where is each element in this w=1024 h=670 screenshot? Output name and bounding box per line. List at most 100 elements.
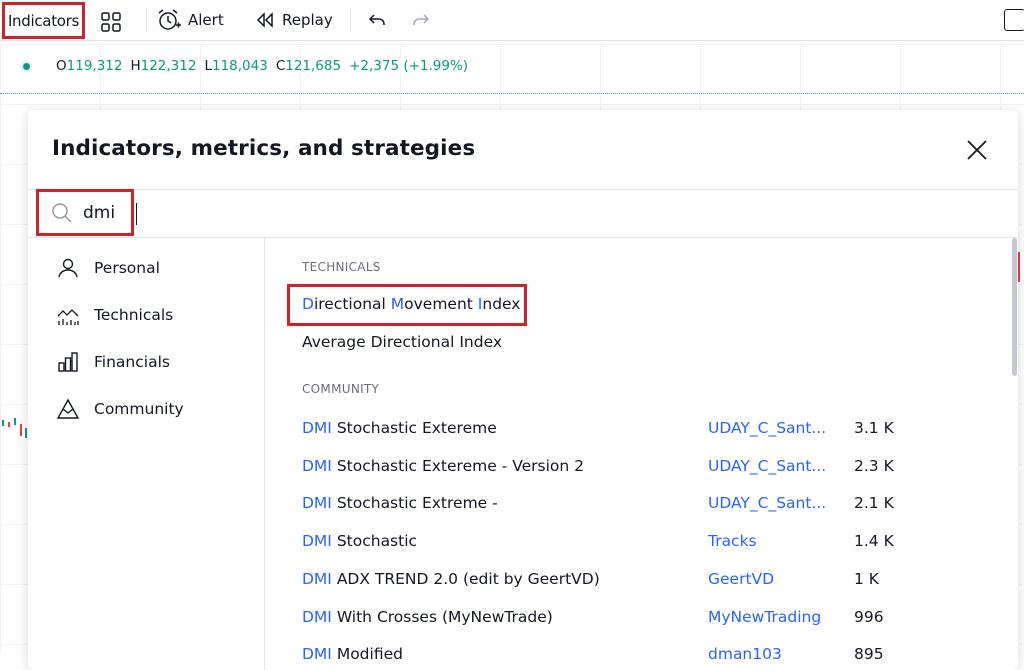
section-header-community: COMMUNITY (302, 382, 380, 396)
name-text: Stochastic (331, 532, 418, 551)
match-highlight: DMI (302, 494, 332, 513)
community-result-item[interactable]: DMI Stochastic Tracks 1.4 K (292, 527, 1002, 555)
divider (28, 189, 1018, 190)
author-link[interactable]: dman103 (708, 645, 782, 663)
match-highlight: DMI (302, 645, 332, 664)
alarm-clock-icon (158, 9, 181, 30)
sidebar-item-community[interactable]: Community (56, 395, 184, 423)
undo-icon (368, 14, 385, 25)
name-text: Stochastic Extereme (331, 419, 497, 437)
community-triangle-icon (56, 398, 80, 419)
person-icon (58, 258, 78, 278)
name-text: irectional (313, 295, 391, 313)
result-name: DMI Stochastic Extreme - (302, 494, 498, 512)
author-link[interactable]: UDAY_C_Sant... (708, 419, 826, 437)
fullscreen-icon[interactable] (1004, 9, 1024, 31)
boost-count: 895 (854, 645, 884, 664)
low-value: 118,043 (211, 58, 268, 74)
undo-button[interactable] (360, 4, 394, 36)
layout-grid-icon (101, 12, 121, 32)
name-text: ndex (482, 295, 521, 313)
community-result-item[interactable]: DMI Stochastic Extereme UDAY_C_Sant... 3.1… (292, 414, 1002, 442)
financials-bars-icon (58, 352, 78, 372)
redo-icon (413, 14, 430, 25)
match-highlight: D (302, 295, 314, 313)
boost-count: 1 K (854, 569, 879, 588)
result-name: DMI Stochastic Extereme - Version 2 (302, 457, 584, 475)
result-item-average-directional-index[interactable]: Average Directional Index (292, 328, 1002, 356)
sidebar-item-technicals[interactable]: Technicals (56, 301, 173, 329)
alert-button[interactable]: Alert (150, 4, 230, 36)
candle (8, 422, 10, 427)
technicals-chart-icon (57, 309, 79, 325)
result-name: Directional Movement Index (302, 295, 520, 313)
author-link[interactable]: MyNewTrading (708, 608, 821, 626)
section-header-technicals: TECHNICALS (302, 260, 381, 274)
candle (14, 418, 16, 425)
replay-button[interactable]: Replay (248, 4, 339, 36)
candle (2, 420, 4, 426)
sidebar-item-label: Technicals (94, 306, 174, 324)
match-highlight: M (390, 295, 405, 313)
dialog-title: Indicators, metrics, and strategies (52, 136, 476, 161)
name-text: Stochastic Extereme - Version 2 (331, 456, 584, 475)
boost-count: 2.3 K (854, 456, 894, 475)
toolbar-separator (350, 8, 351, 32)
close-button[interactable] (964, 137, 990, 163)
community-result-item[interactable]: DMI ADX TREND 2.0 (edit by GeertVD) Geert… (292, 565, 1002, 593)
sidebar-item-label: Personal (94, 259, 160, 277)
close-icon (967, 140, 987, 160)
result-item-directional-movement-index[interactable]: Directional Movement Index (292, 290, 1002, 318)
close-value: 121,685 (285, 58, 342, 74)
layout-button[interactable] (100, 6, 122, 38)
result-name: DMI Stochastic Extereme (302, 419, 497, 437)
author-link[interactable]: Tracks (708, 532, 757, 550)
redo-button[interactable] (404, 4, 438, 36)
author-link[interactable]: UDAY_C_Sant... (708, 457, 826, 475)
replay-icon (256, 12, 273, 28)
sidebar-item-label: Financials (94, 353, 170, 371)
low-key: L (204, 58, 212, 74)
community-result-item[interactable]: DMI Stochastic Extreme - UDAY_C_Sant... 2.… (292, 489, 1002, 517)
author-link[interactable]: GeertVD (708, 570, 774, 588)
name-text: Stochastic Extreme - (331, 494, 498, 513)
ohlc-legend: O 119,312 H 122,312 L 118,043 C 121,685 +2,3… (20, 56, 468, 76)
high-key: H (130, 58, 141, 74)
replay-label: Replay (282, 11, 333, 29)
high-value: 122,312 (140, 58, 197, 74)
open-value: 119,312 (66, 58, 123, 74)
boost-count: 996 (854, 607, 884, 626)
match-highlight: DMI (302, 456, 332, 475)
name-text: ovement (404, 295, 478, 313)
boost-count: 2.1 K (854, 494, 894, 513)
community-result-item[interactable]: DMI Modified dman103 895 (292, 640, 1002, 668)
boost-count: 1.4 K (854, 532, 894, 551)
result-name: DMI ADX TREND 2.0 (edit by GeertVD) (302, 570, 600, 588)
search-box[interactable] (36, 189, 137, 236)
name-text: ADX TREND 2.0 (edit by GeertVD) (331, 569, 600, 588)
price-line (0, 93, 1024, 94)
toolbar-separator (146, 8, 147, 32)
candle (25, 428, 27, 438)
close-key: C (275, 58, 286, 74)
indicators-button[interactable]: Indicators (2, 2, 85, 39)
indicators-label: Indicators (7, 11, 80, 30)
search-input[interactable] (83, 202, 131, 224)
sidebar-item-personal[interactable]: Personal (56, 254, 160, 282)
author-link[interactable]: UDAY_C_Sant... (708, 494, 826, 512)
match-highlight: DMI (302, 532, 332, 551)
candle (20, 424, 22, 436)
match-highlight: DMI (302, 569, 332, 588)
result-name: DMI Modified (302, 645, 403, 663)
top-toolbar: Indicators Alert Replay (0, 0, 1024, 41)
community-result-item[interactable]: DMI With Crosses (MyNewTrade) MyNewTradin… (292, 603, 1002, 631)
market-status-icon (20, 60, 32, 72)
community-result-item[interactable]: DMI Stochastic Extereme - Version 2 UDAY_… (292, 452, 1002, 480)
sidebar-item-financials[interactable]: Financials (56, 348, 170, 376)
boost-count: 3.1 K (854, 419, 894, 437)
scrollbar[interactable] (1012, 238, 1017, 376)
result-name: DMI Stochastic (302, 532, 417, 550)
text-caret (136, 203, 137, 225)
match-highlight: DMI (302, 419, 332, 437)
search-icon (52, 203, 72, 223)
